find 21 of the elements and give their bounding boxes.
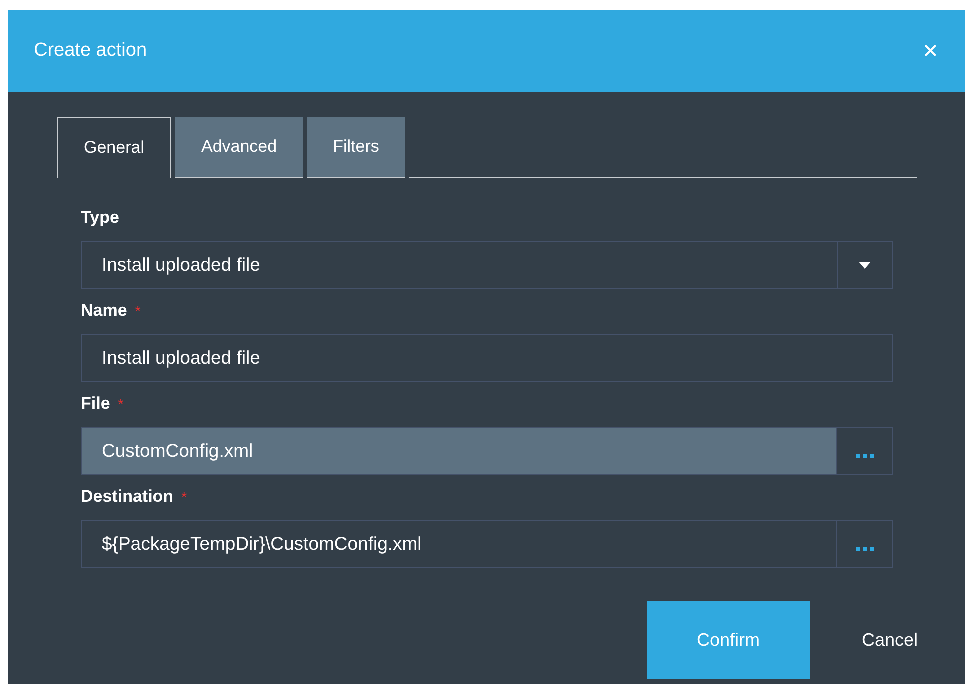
tab[interactable]: General <box>57 117 172 178</box>
type-dropdown[interactable]: Install uploaded file <box>81 241 893 289</box>
input-field[interactable]: Install uploaded file <box>81 334 893 382</box>
browse-button[interactable] <box>837 427 893 475</box>
ellipsis-icon <box>856 454 874 458</box>
field-label: Name <box>81 301 128 321</box>
dropdown-caret-icon <box>859 262 871 268</box>
field-label: File <box>81 394 110 414</box>
tab[interactable]: Filters <box>307 117 406 178</box>
ellipsis-icon <box>856 547 874 551</box>
required-mark: * <box>182 489 188 505</box>
field-label: Destination <box>81 487 174 507</box>
input-field[interactable]: ${PackageTempDir}\CustomConfig.xml <box>81 520 837 568</box>
tab[interactable]: Advanced <box>175 117 304 178</box>
browse-button[interactable] <box>837 520 893 568</box>
required-mark: * <box>118 396 124 412</box>
dialog-title: Create action <box>34 40 148 62</box>
required-mark: * <box>135 303 141 319</box>
input-field[interactable]: CustomConfig.xml <box>81 427 837 475</box>
cancel-button[interactable]: Cancel <box>810 601 928 679</box>
field-label: Type <box>81 208 120 228</box>
